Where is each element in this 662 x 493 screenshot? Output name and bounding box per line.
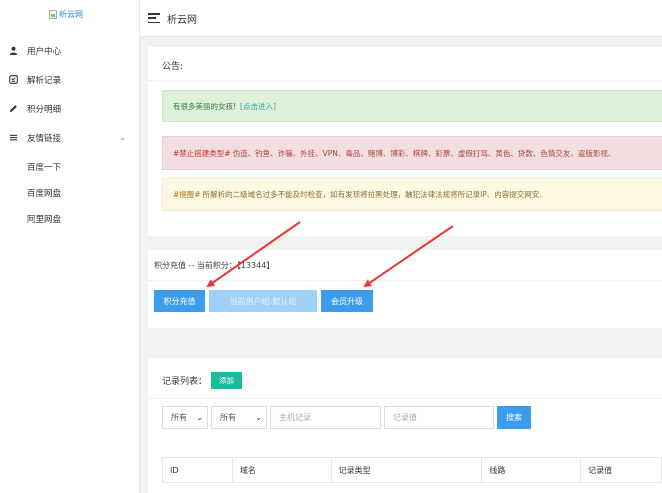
record-icon — [8, 75, 18, 85]
sidebar: 析云网 用户中心 解析记录 积分明细 友情链接 ⌄ 百度一下 百度网盘 阿里网盘 — [0, 0, 140, 493]
upgrade-button[interactable]: 会员升级 — [321, 290, 373, 312]
add-record-button[interactable]: 添加 — [211, 372, 243, 389]
notice-heading: 公告: — [162, 62, 184, 72]
sidebar-subitem-label: 阿里网盘 — [27, 215, 62, 225]
pencil-icon — [8, 104, 18, 114]
notice-green-text: 有很多美丽的女孩! — [173, 101, 237, 111]
sidebar-item-records[interactable]: 解析记录 — [0, 65, 140, 94]
sidebar-item-label: 积分明细 — [27, 104, 62, 115]
notice-yellow-tag: #提醒# — [173, 190, 201, 199]
sidebar-subitem-label: 百度网盘 — [27, 189, 62, 199]
notice-red-tag: #禁止搭建类型# — [173, 148, 231, 158]
divider — [148, 398, 662, 399]
notice-danger-alert: #禁止搭建类型# 伪造、钓鱼、诈骗、外挂、VPN、毒品、赌博、博彩、棋牌、彩票、… — [162, 136, 662, 170]
filter-select-1[interactable]: 所有 ⌄ — [162, 406, 208, 429]
sidebar-subitem-label: 百度一下 — [27, 163, 62, 173]
chevron-down-icon: ⌄ — [119, 133, 126, 142]
host-record-input[interactable]: 主机记录 — [270, 406, 381, 429]
filter-select-value: 所有 — [171, 413, 187, 422]
sidebar-item-label: 用户中心 — [27, 46, 62, 57]
notice-card: 公告: 有很多美丽的女孩! [点击进入] #禁止搭建类型# 伪造、钓鱼、诈骗、外… — [148, 47, 662, 236]
recharge-button[interactable]: 积分充值 — [154, 290, 205, 312]
menu-toggle-icon[interactable] — [148, 13, 160, 23]
sidebar-subitem-baidu[interactable]: 百度一下 — [0, 154, 140, 180]
records-heading: 记录列表： 添加 — [162, 372, 243, 389]
sidebar-item-links[interactable]: 友情链接 ⌄ — [0, 123, 140, 152]
search-button[interactable]: 搜索 — [497, 406, 531, 429]
record-value-input[interactable]: 记录值 — [384, 406, 494, 429]
notice-warning-alert: #提醒# 所解析的二级域名过多不能及时检查，如有发现将拉黑处理，触犯法律法规将所… — [162, 178, 662, 211]
chevron-down-icon: ⌄ — [196, 413, 203, 422]
top-bar: 析云网 — [140, 0, 662, 37]
sidebar-subitem-ali-pan[interactable]: 阿里网盘 — [0, 206, 140, 232]
broken-image-icon — [49, 10, 57, 19]
user-icon — [8, 46, 18, 56]
sidebar-menu: 用户中心 解析记录 积分明细 友情链接 ⌄ 百度一下 百度网盘 阿里网盘 — [0, 36, 140, 232]
filter-select-value: 所有 — [220, 413, 236, 422]
column-header-line: 线路 — [482, 458, 582, 482]
column-header-type: 记录类型 — [332, 458, 483, 482]
records-heading-text: 记录列表： — [162, 377, 208, 387]
column-header-domain: 域名 — [233, 458, 332, 482]
notice-red-text: 伪造、钓鱼、诈骗、外挂、VPN、毒品、赌博、博彩、棋牌、彩票、虚假打骂、黄色、贷… — [232, 148, 616, 158]
site-logo[interactable]: 析云网 — [49, 9, 83, 20]
column-header-value: 记录值 — [581, 458, 662, 482]
notice-enter-link[interactable]: [点击进入] — [240, 101, 276, 112]
points-card: 积分充值 -- 当前积分：【13344】 积分充值 当前用户组:默认组 会员升级 — [148, 250, 662, 328]
chevron-down-icon: ⌄ — [255, 413, 262, 422]
sidebar-item-points[interactable]: 积分明细 — [0, 94, 140, 123]
logo-text: 析云网 — [59, 10, 83, 19]
divider — [148, 80, 662, 81]
records-table-header: ID 域名 记录类型 线路 记录值 — [162, 457, 662, 483]
links-submenu: 百度一下 百度网盘 阿里网盘 — [0, 154, 140, 232]
filter-select-2[interactable]: 所有 ⌄ — [211, 406, 267, 429]
notice-success-alert: 有很多美丽的女孩! [点击进入] — [162, 90, 662, 122]
page-title: 析云网 — [167, 14, 197, 26]
sidebar-item-label: 友情链接 — [27, 133, 62, 144]
list-icon — [8, 133, 18, 143]
divider — [148, 280, 662, 281]
sidebar-item-user-center[interactable]: 用户中心 — [0, 36, 140, 65]
sidebar-subitem-baidu-pan[interactable]: 百度网盘 — [0, 180, 140, 206]
sidebar-item-label: 解析记录 — [27, 75, 62, 86]
points-heading: 积分充值 -- 当前积分：【13344】 — [154, 261, 275, 270]
notice-yellow-text: 所解析的二级域名过多不能及时检查，如有发现将拉黑处理，触犯法律法规将所记录IP、… — [202, 190, 542, 199]
records-card: 记录列表： 添加 所有 ⌄ 所有 ⌄ 主机记录 记录值 搜索 ID 域名 记录类… — [148, 358, 662, 493]
user-group-button[interactable]: 当前用户组:默认组 — [209, 290, 317, 312]
column-header-id: ID — [163, 458, 233, 482]
